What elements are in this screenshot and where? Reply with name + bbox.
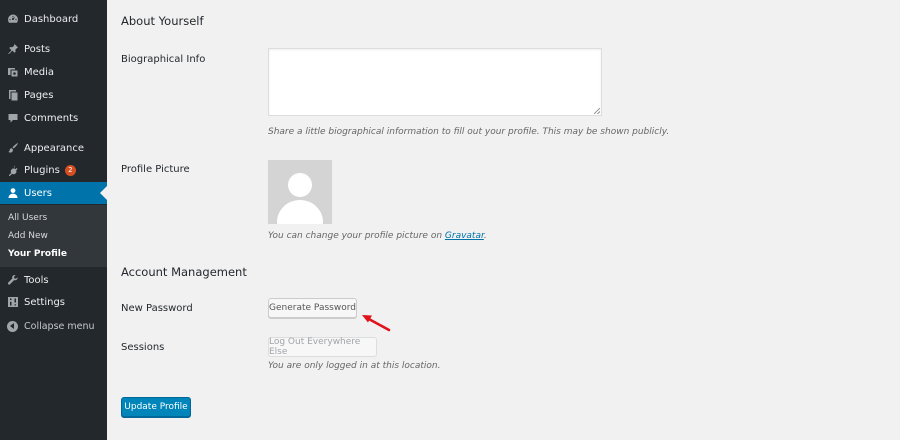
- default-avatar-icon: [277, 173, 323, 224]
- generate-password-button[interactable]: Generate Password: [268, 298, 357, 318]
- biographical-info-textarea[interactable]: [268, 48, 602, 116]
- pages-icon: [7, 89, 19, 101]
- pin-icon: [7, 43, 19, 55]
- menu-label-comments: Comments: [24, 112, 79, 124]
- submenu-item-add-new[interactable]: Add New: [8, 231, 48, 241]
- menu-label-pages: Pages: [24, 89, 54, 101]
- menu-label-media: Media: [24, 66, 55, 78]
- menu-item-dashboard[interactable]: Dashboard: [0, 8, 107, 30]
- menu-label-posts: Posts: [24, 43, 51, 55]
- settings-icon: [7, 296, 19, 308]
- wrench-icon: [7, 274, 19, 286]
- menu-label-settings: Settings: [24, 296, 66, 308]
- comment-icon: [7, 112, 19, 124]
- menu-item-plugins[interactable]: Plugins 2: [0, 159, 107, 181]
- brush-icon: [7, 142, 19, 154]
- resize-grip-icon[interactable]: [594, 108, 600, 114]
- menu-item-users[interactable]: Users: [0, 182, 107, 204]
- users-submenu: All Users Add New Your Profile: [0, 205, 107, 267]
- profile-picture-description-end: .: [483, 231, 487, 241]
- annotation-arrow-icon: [362, 315, 391, 332]
- admin-sidebar: Dashboard Posts Media Pages Comments App…: [0, 0, 107, 440]
- biographical-info-description: Share a little biographical information …: [268, 127, 670, 137]
- collapse-menu-button[interactable]: Collapse menu: [0, 316, 107, 336]
- menu-item-pages[interactable]: Pages: [0, 84, 107, 106]
- user-icon: [7, 187, 19, 199]
- plugin-icon: [7, 164, 19, 176]
- avatar: [268, 160, 332, 224]
- menu-label-plugins: Plugins: [24, 164, 60, 176]
- menu-item-posts[interactable]: Posts: [0, 38, 107, 60]
- menu-item-settings[interactable]: Settings: [0, 291, 107, 313]
- menu-item-comments[interactable]: Comments: [0, 107, 107, 129]
- plugins-update-badge: 2: [64, 164, 76, 176]
- sessions-label: Sessions: [121, 342, 165, 353]
- sessions-description: You are only logged in at this location.: [268, 361, 441, 371]
- dashboard-icon: [7, 13, 19, 25]
- profile-picture-description: You can change your profile picture on G…: [268, 231, 487, 241]
- gravatar-link[interactable]: Gravatar: [445, 231, 484, 241]
- submenu-item-your-profile[interactable]: Your Profile: [8, 249, 67, 259]
- media-icon: [7, 66, 19, 78]
- profile-picture-description-text: You can change your profile picture on: [268, 231, 445, 241]
- collapse-menu-label: Collapse menu: [24, 320, 95, 332]
- menu-item-tools[interactable]: Tools: [0, 269, 107, 291]
- menu-item-appearance[interactable]: Appearance: [0, 137, 107, 159]
- submenu-item-all-users[interactable]: All Users: [8, 213, 47, 223]
- menu-item-media[interactable]: Media: [0, 61, 107, 83]
- profile-picture-label: Profile Picture: [121, 164, 190, 175]
- about-yourself-heading: About Yourself: [121, 14, 204, 28]
- menu-label-users: Users: [24, 187, 53, 199]
- log-out-everywhere-button[interactable]: Log Out Everywhere Else: [268, 337, 377, 357]
- collapse-arrow-icon: [7, 320, 18, 332]
- account-management-heading: Account Management: [121, 265, 247, 279]
- update-profile-button[interactable]: Update Profile: [121, 397, 191, 417]
- menu-label-tools: Tools: [24, 274, 49, 286]
- menu-label-appearance: Appearance: [24, 142, 85, 154]
- menu-label-dashboard: Dashboard: [24, 13, 79, 25]
- new-password-label: New Password: [121, 303, 193, 314]
- biographical-info-label: Biographical Info: [121, 54, 206, 65]
